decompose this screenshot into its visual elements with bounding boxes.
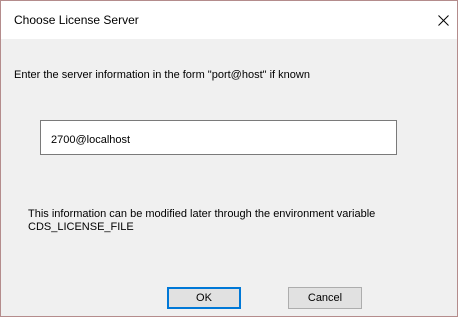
cancel-button[interactable]: Cancel <box>288 287 362 309</box>
info-line-2: CDS_LICENSE_FILE <box>28 221 134 233</box>
instruction-label: Enter the server information in the form… <box>14 69 310 81</box>
license-server-input[interactable] <box>40 120 397 155</box>
close-icon <box>438 15 449 26</box>
info-line-1: This information can be modified later t… <box>28 208 376 220</box>
close-button[interactable] <box>427 1 457 39</box>
info-text: This information can be modified later t… <box>28 208 428 234</box>
choose-license-server-dialog: Choose License Server Enter the server i… <box>0 0 458 317</box>
window-title: Choose License Server <box>14 13 139 27</box>
title-bar: Choose License Server <box>1 1 457 39</box>
ok-button[interactable]: OK <box>167 287 241 309</box>
